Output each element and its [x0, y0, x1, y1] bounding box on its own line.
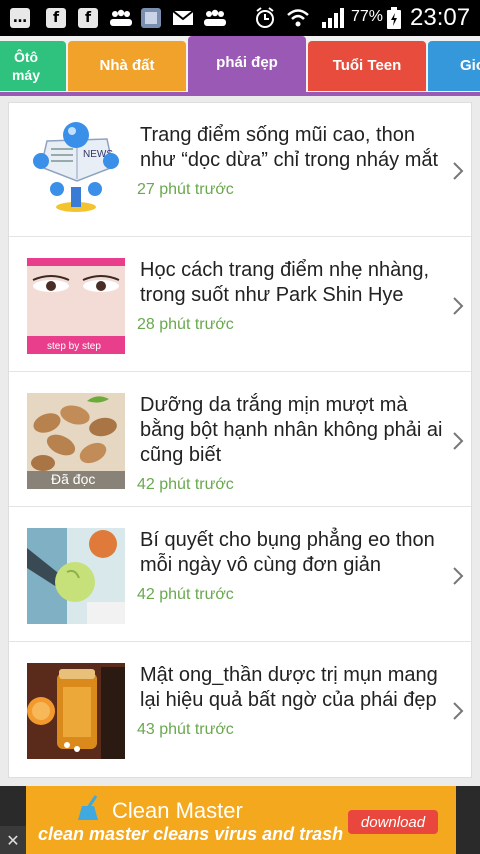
- tab-phai-dep[interactable]: phái đẹp: [188, 36, 306, 92]
- ad-subtitle: clean master cleans virus and trash: [38, 824, 344, 844]
- tab-tuoi-teen[interactable]: Tuổi Teen: [308, 41, 426, 91]
- article-title: Trang điểm sống mũi cao, thon như “dọc d…: [140, 124, 439, 171]
- battery-percent: 77%: [351, 8, 384, 25]
- chevron-right-icon: [451, 566, 465, 586]
- chevron-right-icon: [451, 701, 465, 721]
- read-badge: Đã đọc: [51, 471, 96, 487]
- article-time: 42 phút trước: [137, 476, 234, 493]
- apple-thumbnail: [27, 528, 125, 624]
- mail-icon: [172, 8, 194, 28]
- app-icon: [140, 8, 162, 28]
- ad-banner[interactable]: Clean Master clean master cleans virus a…: [0, 786, 480, 854]
- article-title: Dưỡng da trắng mịn mượt mà bằng bột hạnh…: [140, 394, 443, 466]
- wifi-icon: [286, 8, 310, 28]
- article-time: 27 phút trước: [137, 181, 234, 198]
- ad-title: Clean Master: [112, 798, 243, 823]
- chevron-right-icon: [451, 431, 465, 451]
- tab-underline: [0, 92, 480, 96]
- article-time: 42 phút trước: [137, 586, 234, 603]
- chevron-right-icon: [451, 161, 465, 181]
- honey-thumbnail: [27, 663, 125, 759]
- article-time: 43 phút trước: [137, 721, 234, 738]
- article-item[interactable]: Bí quyết cho bụng phẳng eo thon mỗi ngày…: [9, 508, 471, 642]
- article-item[interactable]: Mật ong_thần dược trị mụn mang lại hiệu …: [9, 643, 471, 777]
- almond-thumbnail: Đã đọc: [27, 393, 125, 489]
- messages-icon: …: [10, 8, 30, 28]
- article-item[interactable]: step by step Học cách trang điểm nhẹ nhà…: [9, 238, 471, 372]
- article-item[interactable]: Đã đọc Dưỡng da trắng mịn mượt mà bằng b…: [9, 373, 471, 507]
- tab-label: Tuổi Teen: [332, 57, 402, 74]
- tab-label: phái đẹp: [216, 54, 278, 71]
- tab-label: Ôtô máy: [11, 49, 41, 83]
- article-title: Mật ong_thần dược trị mụn mang lại hiệu …: [140, 664, 438, 711]
- article-list: NEWS Trang điểm sống mũi cao, thon như “…: [8, 102, 472, 778]
- broom-icon: [76, 794, 106, 826]
- thumbnail-badge: step by step: [47, 341, 101, 352]
- article-item[interactable]: NEWS Trang điểm sống mũi cao, thon như “…: [9, 103, 471, 237]
- category-tabs: Ôtô máy Nhà đất phái đẹp Tuổi Teen Gio: [0, 36, 480, 94]
- tab-nha-dat[interactable]: Nhà đất: [68, 41, 186, 91]
- tab-giai-tri[interactable]: Gio: [428, 41, 480, 91]
- facebook-icon: f: [46, 8, 66, 28]
- article-title: Học cách trang điểm nhẹ nhàng, trong suố…: [140, 259, 430, 306]
- ad-content[interactable]: Clean Master clean master cleans virus a…: [26, 786, 456, 854]
- status-bar: … f f 77% 23:07: [0, 0, 480, 36]
- clock: 23:07: [410, 4, 471, 31]
- alarm-icon: [254, 7, 276, 28]
- group-icon: [202, 8, 228, 28]
- article-title: Bí quyết cho bụng phẳng eo thon mỗi ngày…: [140, 529, 435, 576]
- group-icon: [108, 8, 134, 28]
- facebook-icon: f: [78, 8, 98, 28]
- battery-charging-icon: [386, 7, 402, 29]
- tab-label: Nhà đất: [99, 57, 155, 74]
- download-button[interactable]: download: [348, 810, 438, 834]
- news-thumbnail: NEWS: [27, 121, 125, 217]
- close-icon[interactable]: ✕: [0, 826, 26, 854]
- tab-oto-may[interactable]: Ôtô máy: [0, 41, 66, 91]
- article-time: 28 phút trước: [137, 316, 234, 333]
- chevron-right-icon: [451, 296, 465, 316]
- signal-icon: [320, 8, 344, 28]
- tab-label: Gio: [460, 57, 480, 74]
- eye-makeup-thumbnail: step by step: [27, 258, 125, 354]
